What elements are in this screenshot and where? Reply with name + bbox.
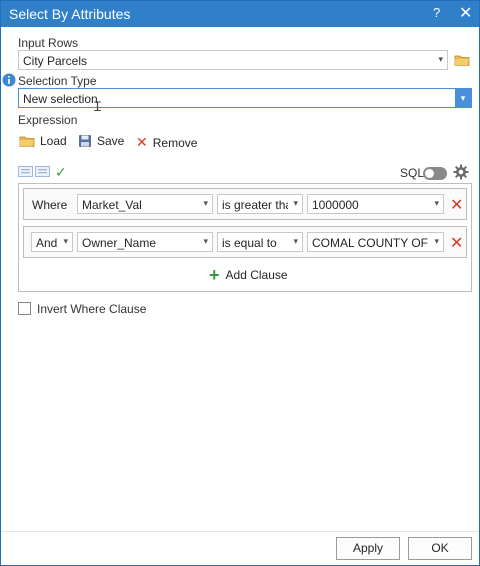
chevron-down-icon: ▾ (293, 236, 298, 246)
operator-value: is greater thar (222, 198, 288, 212)
chevron-down-icon: ▾ (434, 198, 439, 208)
clause-value: 1000000 (312, 198, 359, 212)
input-rows-dropdown[interactable]: City Parcels ▾ (18, 50, 448, 70)
clause-row-2: And ▾ Owner_Name ▾ is equal to ▾ COMAL C… (23, 226, 467, 258)
add-clause-label: Add Clause (225, 268, 288, 282)
connector-dropdown[interactable]: And ▾ (31, 232, 73, 252)
divider (1, 531, 479, 532)
selection-type-label: Selection Type (18, 74, 97, 88)
delete-clause-icon[interactable]: ✕ (450, 233, 463, 253)
connector-value: And (36, 236, 58, 250)
folder-open-icon (19, 136, 35, 147)
chevron-down-icon: ▾ (293, 198, 298, 208)
clause-mode-icon[interactable] (18, 166, 50, 180)
selection-type-dropdown[interactable]: New selection ▾ (18, 88, 472, 108)
plus-icon: + (209, 265, 220, 285)
sql-label: SQL (400, 166, 425, 180)
validate-check-icon[interactable]: ✓ (55, 164, 67, 181)
clause-row-1: Where Market_Val ▾ is greater thar ▾ 100… (23, 188, 467, 220)
floppy-disk-icon (79, 135, 91, 147)
value-dropdown[interactable]: COMAL COUNTY OF ▾ (307, 232, 444, 252)
load-button[interactable]: Load (19, 134, 67, 148)
field-dropdown[interactable]: Owner_Name ▾ (77, 232, 213, 252)
chevron-down-icon: ▾ (455, 89, 471, 107)
gear-icon[interactable] (453, 164, 469, 183)
sql-toggle[interactable] (423, 167, 447, 180)
text-cursor-icon: Ｉ (91, 99, 105, 114)
field-value: Owner_Name (82, 236, 157, 250)
select-by-attributes-dialog: Select By Attributes ? ✕ Input Rows City… (0, 0, 480, 566)
operator-value: is equal to (222, 236, 277, 250)
chevron-down-icon: ▾ (63, 236, 68, 246)
add-clause-button[interactable]: + Add Clause (209, 265, 288, 285)
save-button[interactable]: Save (78, 134, 124, 148)
remove-label: Remove (152, 135, 198, 150)
selection-type-value: New selection (23, 92, 98, 106)
chevron-down-icon: ▾ (203, 236, 208, 246)
operator-dropdown[interactable]: is equal to ▾ (217, 232, 303, 252)
expression-label: Expression (18, 113, 78, 127)
invert-where-checkbox[interactable] (18, 302, 31, 315)
help-button[interactable]: ? (433, 5, 440, 20)
info-icon[interactable] (2, 73, 16, 90)
save-label: Save (97, 134, 125, 148)
close-button[interactable]: ✕ (459, 3, 472, 23)
dialog-title: Select By Attributes (9, 6, 131, 22)
field-value: Market_Val (82, 198, 142, 212)
clause-connector-where: Where (32, 198, 68, 212)
toggle-knob (425, 169, 434, 178)
remove-x-icon: ✕ (136, 134, 148, 150)
chevron-down-icon: ▾ (203, 198, 208, 208)
apply-button[interactable]: Apply (336, 537, 400, 560)
load-label: Load (40, 134, 67, 148)
delete-clause-icon[interactable]: ✕ (450, 195, 463, 215)
chevron-down-icon: ▾ (434, 236, 439, 246)
operator-dropdown[interactable]: is greater thar ▾ (217, 194, 303, 214)
clause-value: COMAL COUNTY OF (312, 236, 429, 250)
title-bar[interactable]: Select By Attributes ? ✕ (1, 1, 479, 27)
ok-button[interactable]: OK (408, 537, 472, 560)
remove-button[interactable]: ✕ Remove (136, 134, 197, 151)
chevron-down-icon: ▾ (438, 54, 443, 64)
clause-panel: Where Market_Val ▾ is greater thar ▾ 100… (18, 183, 472, 292)
invert-where-label: Invert Where Clause (37, 302, 147, 316)
input-rows-value: City Parcels (23, 54, 88, 68)
value-dropdown[interactable]: 1000000 ▾ (307, 194, 444, 214)
browse-folder-icon[interactable] (454, 53, 470, 70)
field-dropdown[interactable]: Market_Val ▾ (77, 194, 213, 214)
input-rows-label: Input Rows (18, 36, 79, 50)
